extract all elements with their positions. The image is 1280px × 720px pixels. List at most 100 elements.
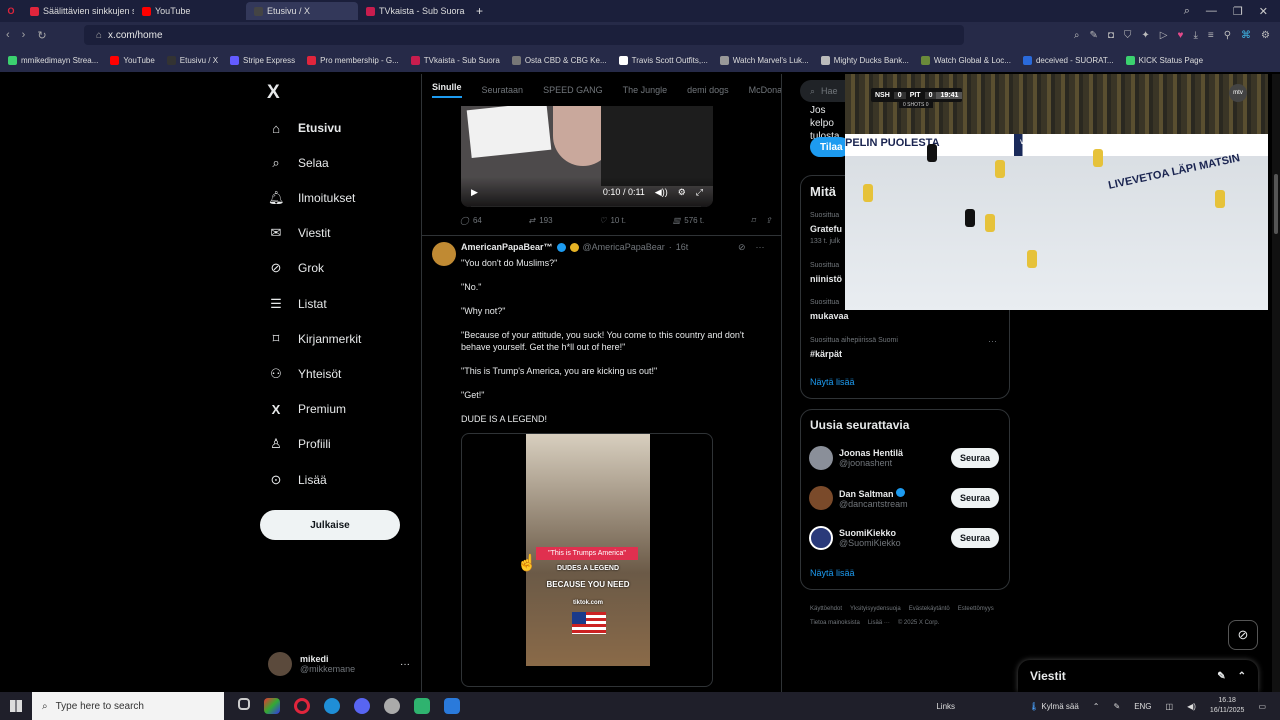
- bookmark-item[interactable]: Watch Marvel's Luk...: [719, 55, 809, 65]
- extension-icon[interactable]: ✦: [1141, 30, 1149, 41]
- app-icon[interactable]: [414, 698, 430, 714]
- show-more-link[interactable]: Näytä lisää: [810, 568, 855, 578]
- browser-tab-active[interactable]: Etusivu / X: [246, 2, 358, 20]
- nav-item-explore[interactable]: ⌕ Selaa: [268, 153, 328, 173]
- author-handle[interactable]: @AmericaPapaBear: [583, 242, 665, 252]
- repost-button[interactable]: ⇄ 193: [529, 216, 553, 225]
- fullscreen-icon[interactable]: ⤢: [696, 187, 703, 198]
- browser-tab[interactable]: YouTube: [134, 2, 246, 20]
- bookmark-item[interactable]: deceived - SUORAT...: [1022, 55, 1114, 65]
- bookmark-item[interactable]: KICK Status Page: [1125, 55, 1203, 65]
- search-icon[interactable]: ⌕: [1184, 5, 1190, 18]
- footer-link[interactable]: Käyttöehdot: [810, 602, 842, 616]
- close-icon[interactable]: ✕: [1259, 5, 1268, 18]
- post-button[interactable]: Julkaise: [260, 510, 400, 540]
- footer-link[interactable]: Yksityisyydensuoja: [850, 602, 901, 616]
- play-icon[interactable]: ▶: [471, 187, 478, 198]
- follow-suggestion[interactable]: SuomiKiekko @SuomiKiekko Seuraa: [809, 526, 999, 550]
- app-icon[interactable]: [264, 698, 280, 714]
- grok-icon[interactable]: ⊘: [738, 242, 746, 253]
- tab-list[interactable]: The Jungle: [623, 85, 668, 95]
- tab-list[interactable]: McDonal: [749, 85, 781, 95]
- subscribe-button[interactable]: Tilaa: [810, 137, 850, 157]
- bookmark-item[interactable]: mmikedimayn Strea...: [8, 55, 98, 65]
- browser-tab[interactable]: Säälittävien sinkkujen sur.: [22, 2, 134, 20]
- tab-for-you[interactable]: Sinulle: [432, 82, 462, 98]
- trend-item[interactable]: niinistö: [810, 274, 842, 284]
- show-more-link[interactable]: Näytä lisää: [810, 377, 855, 387]
- share-icon[interactable]: ⇪: [765, 216, 772, 225]
- pen-icon[interactable]: ✎: [1113, 702, 1120, 711]
- follow-button[interactable]: Seuraa: [951, 488, 999, 508]
- new-message-icon[interactable]: ✎: [1217, 671, 1225, 682]
- bookmark-item[interactable]: Etusivu / X: [166, 55, 218, 65]
- settings-icon[interactable]: ⚙: [1261, 30, 1270, 41]
- nav-item-more[interactable]: ⊙ Lisää: [268, 470, 327, 490]
- scrollbar-thumb[interactable]: [1274, 174, 1278, 234]
- footer-link[interactable]: Lisää ···: [868, 616, 890, 630]
- minimize-icon[interactable]: —: [1206, 5, 1217, 18]
- tab-list[interactable]: SPEED GANG: [543, 85, 603, 95]
- trend-item[interactable]: Gratefu: [810, 224, 842, 234]
- bookmark-item[interactable]: Watch Global & Loc...: [920, 55, 1011, 65]
- bookmark-icon[interactable]: ⌑: [751, 216, 755, 225]
- bookmark-item[interactable]: Travis Scott Outfits,...: [618, 55, 708, 65]
- x-logo-icon[interactable]: X: [267, 82, 280, 104]
- follow-button[interactable]: Seuraa: [951, 528, 999, 548]
- nav-item-premium[interactable]: X Premium: [268, 399, 346, 419]
- trend-item[interactable]: #kärpät: [810, 349, 842, 359]
- tweet-video[interactable]: "This is Trumps America" DUDES A LEGEND …: [461, 433, 713, 687]
- chevron-up-icon[interactable]: ⌃: [1093, 702, 1100, 711]
- forward-icon[interactable]: ›: [22, 29, 26, 42]
- language-indicator[interactable]: ENG: [1134, 702, 1151, 711]
- footer-link[interactable]: Tietoa mainoksista: [810, 616, 860, 630]
- nav-item-communities[interactable]: ⚇ Yhteisöt: [268, 364, 341, 384]
- ai-icon[interactable]: ⌘: [1241, 30, 1251, 41]
- heart-icon[interactable]: ♥: [1178, 30, 1184, 41]
- bookmark-item[interactable]: Mighty Ducks Bank...: [820, 55, 909, 65]
- back-icon[interactable]: ‹: [6, 29, 10, 42]
- author-name[interactable]: AmericanPapaBear™: [461, 242, 553, 252]
- tab-list[interactable]: demi dogs: [687, 85, 729, 95]
- bookmark-item[interactable]: TVkaista - Sub Suora: [410, 55, 500, 65]
- footer-link[interactable]: Evästekäytäntö: [909, 602, 950, 616]
- links-toolbar[interactable]: Links: [936, 702, 955, 711]
- chevron-up-icon[interactable]: ⌃: [1238, 671, 1246, 682]
- app-icon[interactable]: [444, 698, 460, 714]
- browser-tab[interactable]: TVkaista - Sub Suora: [358, 2, 470, 20]
- nav-item-lists[interactable]: ☰ Listat: [268, 294, 327, 314]
- avatar[interactable]: [432, 242, 456, 266]
- camera-icon[interactable]: ◘: [1108, 30, 1114, 41]
- reply-button[interactable]: ◯ 64: [460, 216, 482, 225]
- nav-item-messages[interactable]: ✉ Viestit: [268, 223, 331, 243]
- pip-video-player[interactable]: PELIN PUOLESTA VEDONLYÖNTI LIVEVETOA LÄP…: [845, 74, 1268, 310]
- notifications-icon[interactable]: ▭: [1258, 702, 1266, 711]
- weather-widget[interactable]: 🌡︎ Kylmä sää: [1029, 702, 1079, 711]
- new-tab-button[interactable]: +: [470, 4, 489, 18]
- grok-floating-button[interactable]: ⊘: [1228, 620, 1258, 650]
- opera-logo-icon[interactable]: O: [0, 6, 22, 16]
- menu-icon[interactable]: ≡: [1208, 30, 1214, 41]
- follow-button[interactable]: Seuraa: [951, 448, 999, 468]
- windows-start-icon[interactable]: [10, 700, 22, 712]
- follow-suggestion[interactable]: Joonas Hentilä @joonashent Seuraa: [809, 446, 999, 470]
- nav-item-profile[interactable]: ♙ Profiili: [268, 434, 331, 454]
- bookmark-item[interactable]: YouTube: [110, 55, 155, 65]
- maximize-icon[interactable]: ❐: [1233, 5, 1243, 18]
- settings-icon[interactable]: ⚙: [678, 187, 686, 198]
- like-button[interactable]: ♡ 10 t.: [599, 216, 626, 225]
- discord-icon[interactable]: [354, 698, 370, 714]
- search-icon[interactable]: ⌕: [1074, 30, 1080, 41]
- play-icon[interactable]: ▷: [1160, 30, 1168, 41]
- profile-icon[interactable]: ⚲: [1224, 30, 1231, 41]
- follow-suggestion[interactable]: Dan Saltman @dancantstream Seuraa: [809, 486, 999, 510]
- bookmark-item[interactable]: Osta CBD & CBG Ke...: [511, 55, 607, 65]
- video-player[interactable]: ▶ 0:10 / 0:11 ◀)) ⚙ ⤢: [461, 106, 713, 207]
- bookmark-item[interactable]: Pro membership - G...: [307, 55, 399, 65]
- reload-icon[interactable]: ↻: [37, 29, 46, 42]
- views-button[interactable]: ▥ 576 t.: [673, 216, 705, 225]
- opera-icon[interactable]: [294, 698, 310, 714]
- taskbar-search-input[interactable]: ⌕ Type here to search: [32, 692, 224, 720]
- more-icon[interactable]: ···: [400, 659, 410, 670]
- app-icon[interactable]: [384, 698, 400, 714]
